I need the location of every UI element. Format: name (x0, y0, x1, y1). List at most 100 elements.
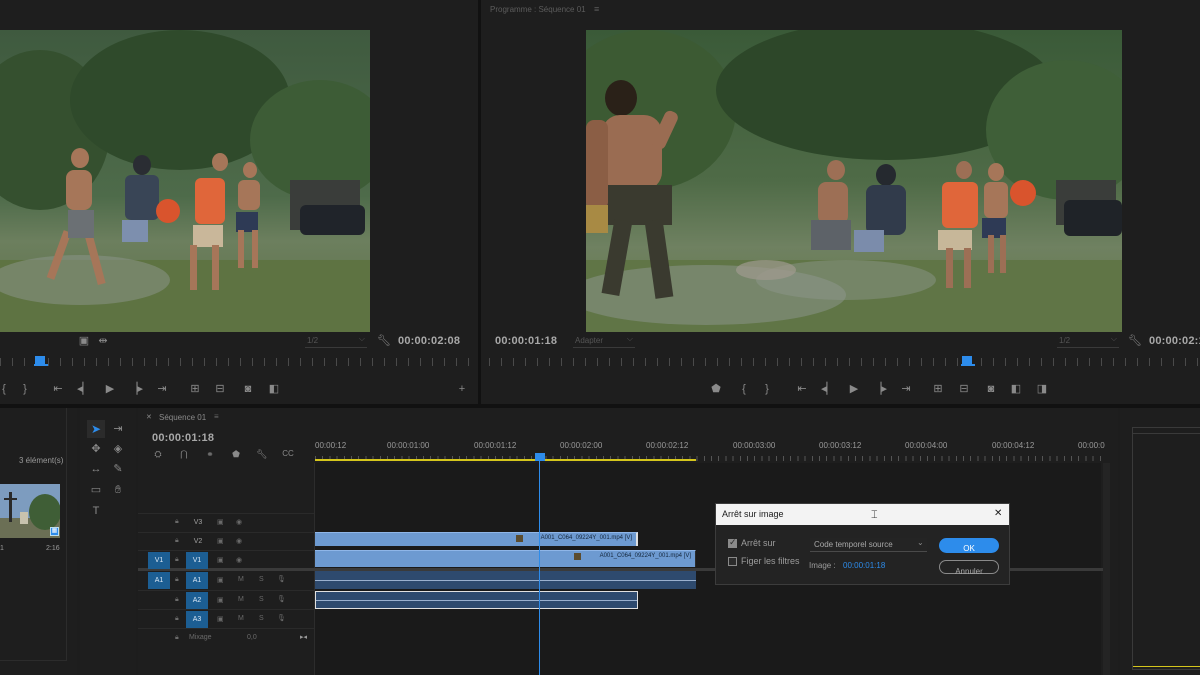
settings-waveform-icon[interactable]: ⇹ (95, 334, 111, 348)
program-wrench-icon[interactable]: 🔧︎ (1127, 334, 1143, 348)
mute-button[interactable]: M (238, 615, 244, 622)
eye-icon[interactable]: ◉ (236, 537, 242, 545)
lock-icon[interactable]: 🔒︎ (175, 556, 179, 564)
hold-on-checkbox[interactable] (728, 537, 737, 548)
mute-button[interactable]: M (238, 576, 244, 583)
work-area-bar[interactable] (315, 459, 696, 461)
fit-dropdown[interactable]: Adapter (573, 334, 635, 348)
source-playhead[interactable] (35, 356, 45, 364)
track-a1-label[interactable]: A1 (186, 572, 208, 589)
add-button-icon[interactable]: + (454, 382, 470, 396)
lock-icon[interactable]: 🔒︎ (175, 518, 179, 526)
selection-tool-icon[interactable]: ➤ (87, 420, 105, 438)
mark-in-icon[interactable]: { (0, 382, 12, 396)
image-timecode[interactable]: 00:00:01:18 (843, 561, 885, 570)
program-mark-out-icon[interactable]: } (759, 382, 775, 396)
sync-icon[interactable]: ▣ (217, 596, 224, 604)
program-playhead[interactable] (962, 356, 972, 364)
timeline-playhead-line[interactable] (539, 461, 540, 675)
timeline-tab-menu-icon[interactable]: ≡ (214, 412, 219, 421)
lock-icon[interactable]: 🔒︎ (175, 576, 179, 584)
timeline-timecode[interactable]: 00:00:01:18 (152, 432, 214, 444)
track-a2-label[interactable]: A2 (186, 592, 208, 609)
rectangle-tool-icon[interactable]: ▭ (88, 483, 104, 497)
clip-a2[interactable] (315, 591, 638, 609)
source-zoom-dropdown[interactable]: 1/2 (305, 334, 367, 348)
overwrite-icon[interactable]: ⊟ (212, 382, 228, 396)
sync-icon[interactable]: ▣ (217, 576, 224, 584)
project-item-thumbnail[interactable]: ▦ (0, 484, 60, 538)
hand-tool-icon[interactable]: ✋︎ (110, 483, 126, 497)
microphone-icon[interactable]: 🎙︎ (277, 614, 286, 622)
lock-icon[interactable]: 🔒︎ (175, 537, 179, 545)
clip-a1[interactable] (315, 571, 696, 589)
go-to-out-icon[interactable]: ⇥ (154, 382, 170, 396)
program-go-to-in-icon[interactable]: ⇤ (794, 382, 810, 396)
captions-icon[interactable]: CC (280, 447, 296, 461)
marker-icon[interactable]: ⬟ (708, 382, 724, 396)
track-a3-label[interactable]: A3 (186, 611, 208, 628)
play-icon[interactable]: ▶ (102, 382, 118, 396)
sync-icon[interactable]: ▣ (217, 537, 224, 545)
program-export-frame-icon[interactable]: ◙ (983, 382, 999, 396)
solo-button[interactable]: S (259, 596, 264, 603)
source-time-ruler[interactable] (0, 358, 470, 366)
pen-tool-icon[interactable]: ✎ (110, 462, 126, 476)
mark-out-icon[interactable]: } (17, 382, 33, 396)
step-back-icon[interactable]: ◂▏ (76, 382, 92, 396)
close-tab-icon[interactable]: ✕ (146, 413, 152, 421)
source-timecode[interactable]: 00:00:02:08 (398, 335, 460, 347)
type-tool-icon[interactable]: T (88, 504, 104, 518)
dialog-close-icon[interactable]: ✕ (994, 508, 1002, 519)
add-marker-timeline-icon[interactable]: ⬟ (228, 447, 244, 461)
nest-icon[interactable]: ⛭ (150, 447, 166, 461)
program-step-forward-icon[interactable]: ▕▸ (872, 382, 888, 396)
clip-v2[interactable]: A001_C064_09224Y_001.mp4 [V] (315, 532, 638, 546)
export-frame-icon[interactable]: ◙ (240, 382, 256, 396)
eye-icon[interactable]: ◉ (236, 556, 242, 564)
source-patch-a1[interactable]: A1 (148, 572, 170, 589)
lock-icon[interactable]: 🔒︎ (175, 596, 179, 604)
program-mark-in-icon[interactable]: { (736, 382, 752, 396)
track-v3-label[interactable]: V3 (188, 514, 208, 531)
wrench-icon[interactable]: 🔧︎ (376, 334, 392, 348)
microphone-icon[interactable]: 🎙︎ (277, 595, 286, 603)
go-to-in-icon[interactable]: ⇤ (50, 382, 66, 396)
hold-source-dropdown[interactable]: Code temporel source ⌄ (810, 538, 927, 552)
sync-icon[interactable]: ▣ (217, 556, 224, 564)
step-forward-icon[interactable]: ▕▸ (128, 382, 144, 396)
timeline-vertical-scrollbar[interactable] (1103, 463, 1110, 675)
sync-icon[interactable]: ▣ (217, 518, 224, 526)
insert-icon[interactable]: ⊞ (187, 382, 203, 396)
source-patch-v1[interactable]: V1 (148, 552, 170, 569)
timeline-settings-icon[interactable]: 🔧︎ (254, 447, 270, 461)
program-video-frame[interactable] (586, 30, 1122, 332)
razor-tool-icon[interactable]: ◈ (110, 442, 126, 456)
go-to-end-icon[interactable]: ▸◂ (300, 633, 307, 641)
sync-icon[interactable]: ▣ (217, 615, 224, 623)
program-zoom-dropdown[interactable]: 1/2 (1057, 334, 1119, 348)
ripple-edit-tool-icon[interactable]: ✥ (88, 442, 104, 456)
track-select-tool-icon[interactable]: ⇥ (110, 422, 126, 436)
program-step-back-icon[interactable]: ◂▏ (820, 382, 836, 396)
source-video-frame[interactable] (0, 30, 370, 332)
track-v2-label[interactable]: V2 (188, 533, 208, 550)
extract-icon[interactable]: ⊟ (956, 382, 972, 396)
mix-value[interactable]: 0,0 (247, 634, 257, 641)
program-time-ruler[interactable] (489, 358, 1200, 366)
slip-tool-icon[interactable]: ↔ (88, 462, 104, 476)
linked-select-icon[interactable]: ⚭ (202, 447, 218, 461)
comparison-view-icon[interactable]: ◧ (1008, 382, 1024, 396)
add-marker-icon[interactable]: ▣ (76, 334, 92, 348)
clip-v1[interactable]: A001_C064_09224Y_001.mp4 [V] (315, 550, 696, 567)
microphone-icon[interactable]: 🎙︎ (277, 575, 286, 583)
dialog-title-bar[interactable]: Arrêt sur image ⌶ ✕ (716, 504, 1009, 525)
cancel-button[interactable]: Annuler (939, 560, 999, 576)
panel-menu-icon[interactable]: ≡ (594, 4, 599, 14)
solo-button[interactable]: S (259, 615, 264, 622)
timeline-playhead-head[interactable] (535, 453, 545, 461)
eye-icon[interactable]: ◉ (236, 518, 242, 526)
hold-filters-checkbox[interactable] (728, 557, 737, 566)
ok-button[interactable]: OK (939, 538, 999, 553)
lock-icon[interactable]: 🔒︎ (175, 634, 179, 642)
